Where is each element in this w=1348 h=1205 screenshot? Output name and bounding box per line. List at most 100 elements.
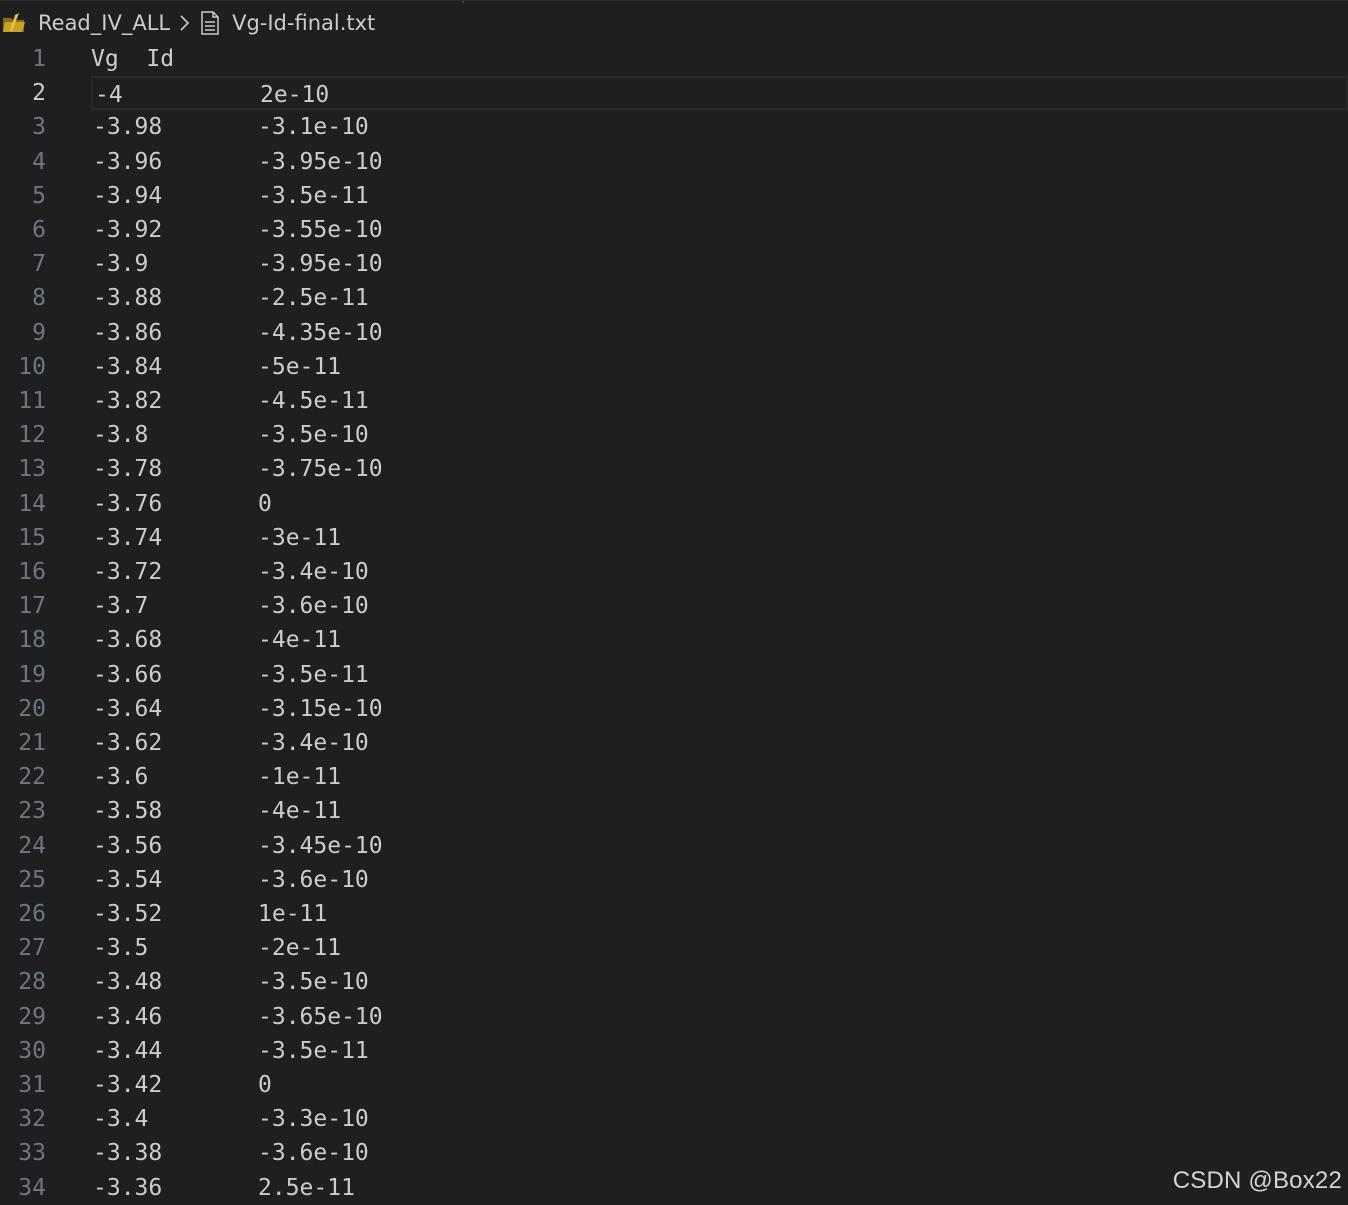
id-value: -3.6e-10 [258,1140,369,1167]
line-content[interactable]: -3.96 -3.95e-10 [91,145,1348,179]
editor-line[interactable]: 24 -3.56 -3.45e-10 [0,829,1348,863]
line-number: 8 [32,285,46,312]
editor-line[interactable]: 15 -3.74 -3e-11 [0,521,1348,555]
line-content[interactable]: -3.82 -4.5e-11 [91,384,1348,418]
line-number: 31 [18,1072,46,1098]
vg-value: -3.36 [93,1174,163,1201]
editor-line[interactable]: 1 Vg Id [0,42,1348,76]
editor-line[interactable]: 17 -3.7 -3.6e-10 [0,589,1348,623]
line-number: 23 [18,798,46,825]
line-content[interactable]: -3.8 -3.5e-10 [91,418,1348,452]
line-content[interactable]: -3.54 -3.6e-10 [91,863,1348,897]
line-number: 16 [18,559,46,585]
editor-line[interactable]: 27 -3.5 -2e-11 [0,931,1348,965]
line-content[interactable]: -3.9 -3.95e-10 [91,247,1348,281]
line-content[interactable]: -3.52 1e-11 [91,897,1348,931]
line-content[interactable]: -3.6 -1e-11 [91,760,1348,794]
editor-line[interactable]: 7 -3.9 -3.95e-10 [0,247,1348,281]
line-content[interactable]: -3.5 -2e-11 [91,931,1348,965]
line-number: 22 [18,764,46,791]
line-content[interactable]: -3.76 0 [91,487,1348,521]
id-value: -2.5e-11 [258,285,369,312]
breadcrumb-folder-label: Read_IV_ALL [38,10,171,35]
editor-line[interactable]: 29 -3.46 -3.65e-10 [0,1000,1348,1034]
line-number: 25 [18,866,46,893]
editor-line[interactable]: 34 -3.36 2.5e-11 [0,1171,1348,1205]
line-content[interactable]: -3.56 -3.45e-10 [91,829,1348,863]
vg-value: -3.64 [93,695,163,722]
vg-value: -3.88 [93,285,163,312]
line-content[interactable]: -3.4 -3.3e-10 [91,1102,1348,1136]
editor-line[interactable]: 19 -3.66 -3.5e-11 [0,658,1348,692]
editor-line[interactable]: 6 -3.92 -3.55e-10 [0,213,1348,247]
line-content[interactable]: -3.48 -3.5e-10 [91,965,1348,999]
line-number: 12 [18,422,46,449]
editor-line[interactable]: 14 -3.76 0 [0,487,1348,521]
breadcrumb-file[interactable]: Vg-Id-final.txt [200,11,375,35]
folder-icon [2,12,26,34]
line-content[interactable]: -3.38 -3.6e-10 [91,1136,1348,1170]
line-content[interactable]: -3.92 -3.55e-10 [91,213,1348,247]
editor-line[interactable]: 8 -3.88 -2.5e-11 [0,281,1348,315]
line-content[interactable]: -3.46 -3.65e-10 [91,1000,1348,1034]
editor-line[interactable]: 13 -3.78 -3.75e-10 [0,452,1348,486]
breadcrumb-file-label: Vg-Id-final.txt [232,10,376,35]
vg-value: -3.54 [93,866,163,893]
line-content[interactable]: -3.78 -3.75e-10 [91,452,1348,486]
line-content[interactable]: -3.66 -3.5e-11 [91,658,1348,692]
editor-line[interactable]: 10 -3.84 -5e-11 [0,350,1348,384]
editor-line[interactable]: 30 -3.44 -3.5e-11 [0,1034,1348,1068]
id-value: -3.95e-10 [258,251,383,278]
editor[interactable]: 1 Vg Id 2 -4 2e-10 3 -3.98 -3.1e-10 4 -3.96 -3.95e… [0,42,1348,1205]
line-content[interactable]: Vg Id [91,42,1348,76]
line-content[interactable]: -3.42 0 [91,1068,1348,1102]
editor-line[interactable]: 20 -3.64 -3.15e-10 [0,692,1348,726]
editor-line[interactable]: 25 -3.54 -3.6e-10 [0,863,1348,897]
line-content[interactable]: -3.68 -4e-11 [91,623,1348,657]
line-content[interactable]: -4 2e-10 [91,76,1348,111]
editor-line[interactable]: 11 -3.82 -4.5e-11 [0,384,1348,418]
line-content[interactable]: -3.84 -5e-11 [91,350,1348,384]
line-number: 21 [18,730,46,756]
line-number: 14 [18,490,46,517]
editor-line[interactable]: 16 -3.72 -3.4e-10 [0,555,1348,589]
editor-line[interactable]: 3 -3.98 -3.1e-10 [0,110,1348,144]
editor-line[interactable]: 21 -3.62 -3.4e-10 [0,726,1348,760]
editor-line[interactable]: 12 -3.8 -3.5e-10 [0,418,1348,452]
line-content[interactable]: -3.44 -3.5e-11 [91,1034,1348,1068]
line-content[interactable]: -3.58 -4e-11 [91,794,1348,828]
line-content[interactable]: -3.86 -4.35e-10 [91,316,1348,350]
editor-line[interactable]: 2 -4 2e-10 [0,76,1348,111]
editor-line[interactable]: 9 -3.86 -4.35e-10 [0,316,1348,350]
line-content[interactable]: -3.36 2.5e-11 [91,1171,1348,1205]
id-value: -5e-11 [258,353,342,380]
editor-line[interactable]: 23 -3.58 -4e-11 [0,794,1348,828]
id-value: -3.1e-10 [258,114,369,141]
line-number: 6 [32,217,46,243]
editor-line[interactable]: 5 -3.94 -3.5e-11 [0,179,1348,213]
vg-value: -3.52 [93,901,163,927]
line-content[interactable]: -3.64 -3.15e-10 [91,692,1348,726]
line-content[interactable]: -3.62 -3.4e-10 [91,726,1348,760]
line-content[interactable]: -3.74 -3e-11 [91,521,1348,555]
editor-line[interactable]: 4 -3.96 -3.95e-10 [0,145,1348,179]
line-content[interactable]: -3.98 -3.1e-10 [91,110,1348,144]
editor-line[interactable]: 22 -3.6 -1e-11 [0,760,1348,794]
id-value: -3.55e-10 [258,217,383,243]
vg-value: -3.98 [93,114,163,141]
breadcrumb-folder[interactable]: Read_IV_ALL [2,11,170,35]
vg-value: -3.6 [93,764,149,791]
id-value: -3.5e-11 [258,1037,369,1064]
line-content[interactable]: -3.94 -3.5e-11 [91,179,1348,213]
editor-line[interactable]: 18 -3.68 -4e-11 [0,623,1348,657]
line-content[interactable]: -3.72 -3.4e-10 [91,555,1348,589]
line-content[interactable]: -3.88 -2.5e-11 [91,281,1348,315]
editor-line[interactable]: 33 -3.38 -3.6e-10 [0,1136,1348,1170]
editor-line[interactable]: 32 -3.4 -3.3e-10 [0,1102,1348,1136]
vg-value: -3.9 [93,251,149,278]
vg-value: -4 [95,82,123,109]
editor-line[interactable]: 28 -3.48 -3.5e-10 [0,965,1348,999]
line-content[interactable]: -3.7 -3.6e-10 [91,589,1348,623]
editor-line[interactable]: 31 -3.42 0 [0,1068,1348,1102]
editor-line[interactable]: 26 -3.52 1e-11 [0,897,1348,931]
